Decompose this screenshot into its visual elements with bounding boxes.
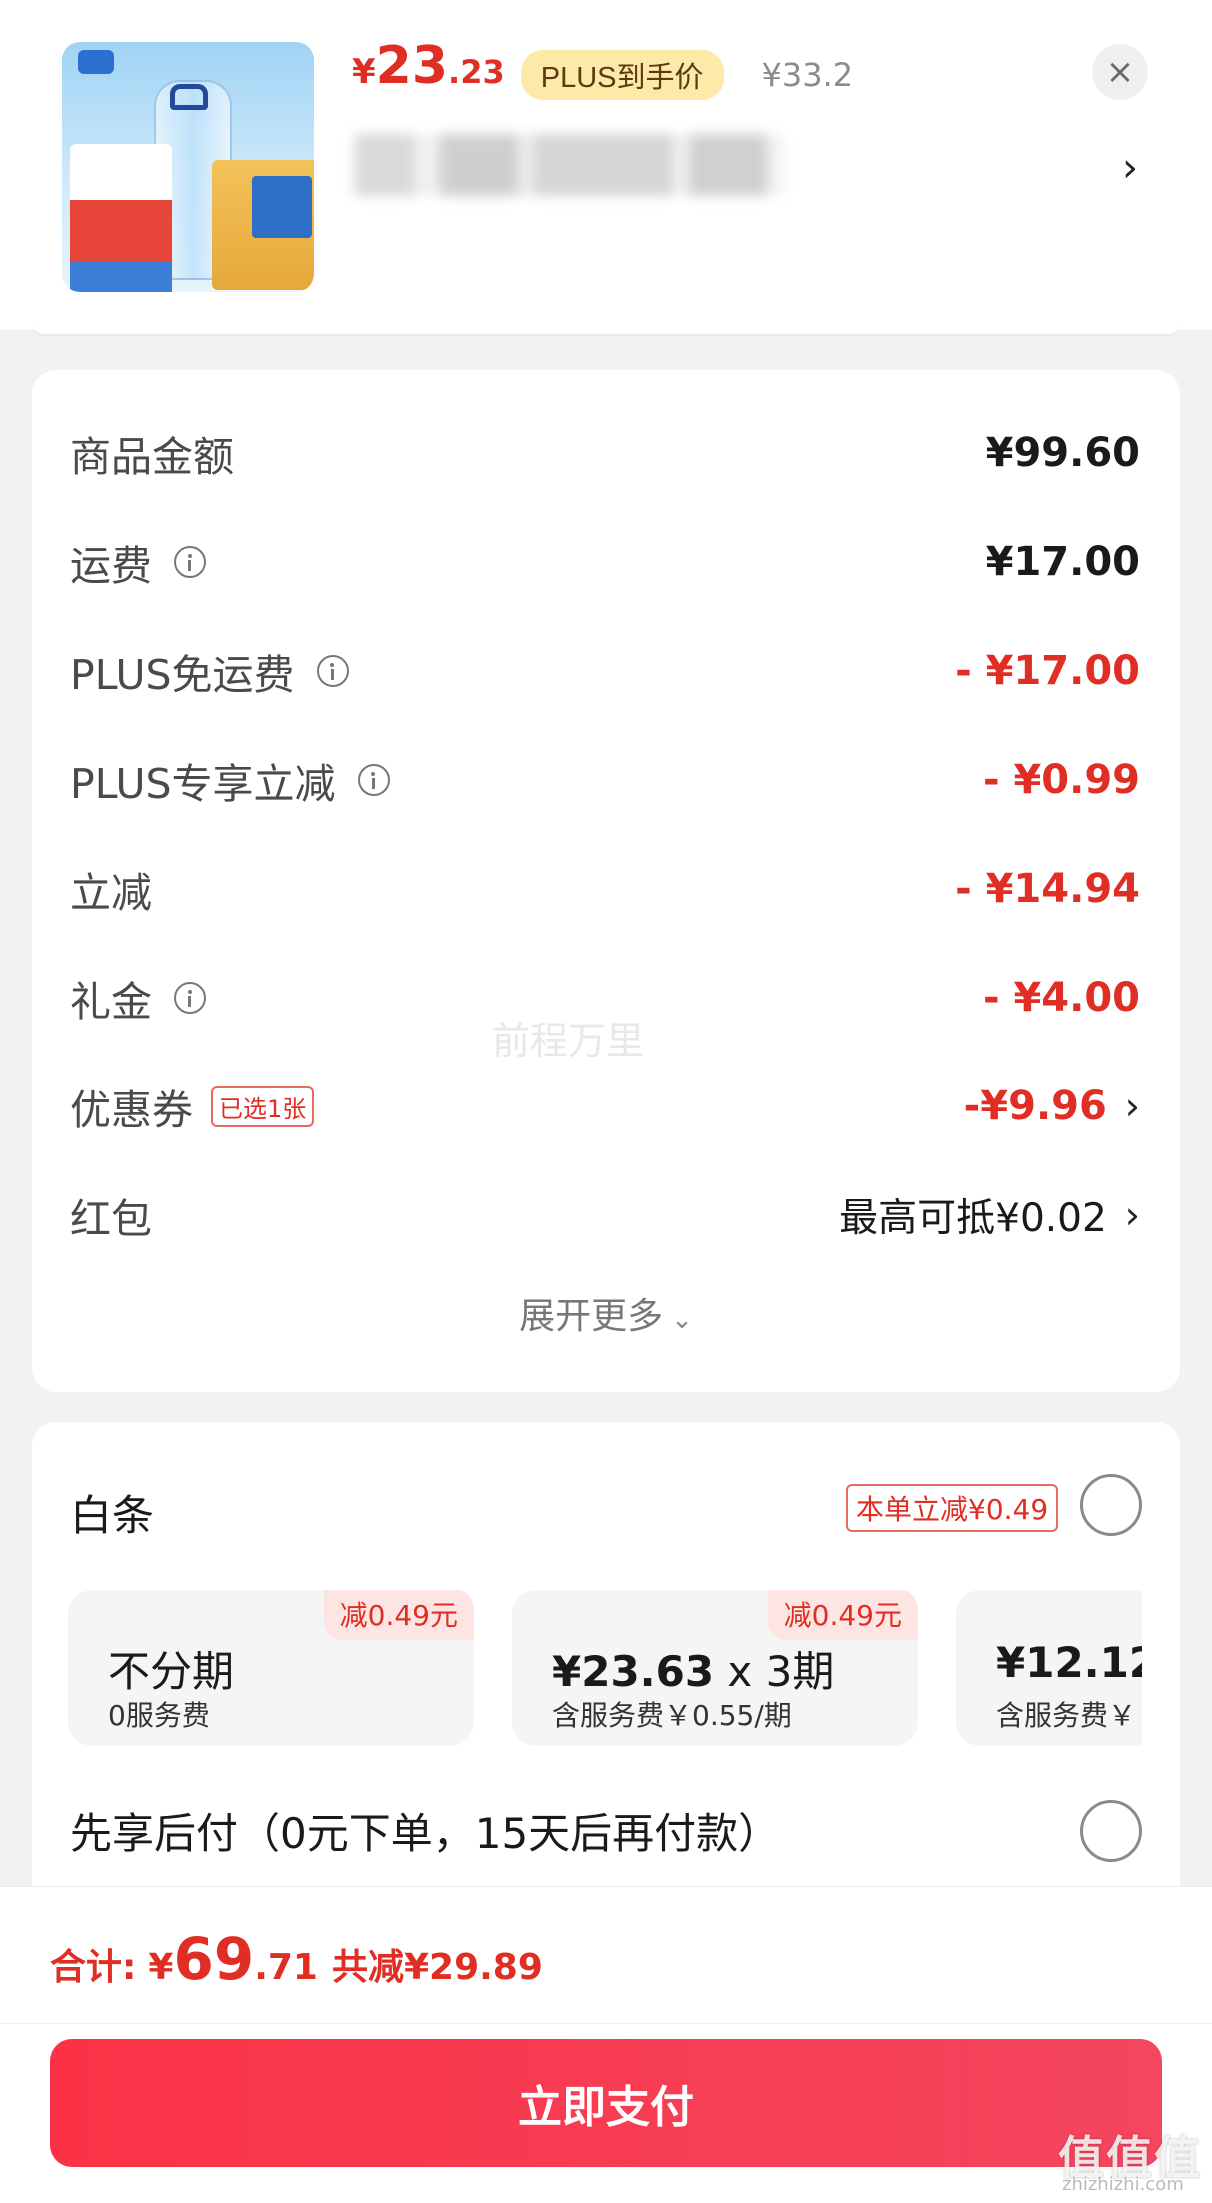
expand-more-label: 展开更多	[519, 1296, 664, 1337]
plan-amount: ¥23.63	[552, 1647, 715, 1696]
price-decimal: .23	[448, 53, 505, 91]
water-box-image	[212, 160, 314, 290]
price-symbol: ¥	[352, 52, 376, 92]
total-saved: 共减¥29.89	[331, 1947, 543, 1988]
installment-plan-list[interactable]: 减0.49元 不分期 0服务费 减0.49元 ¥23.63 x 3期 含服务费￥…	[68, 1590, 1142, 1746]
shipping-value: ¥17.00	[985, 539, 1140, 585]
baitiao-discount-badge: 本单立减¥0.49	[846, 1484, 1059, 1532]
plan-6-installments[interactable]: ¥12.12 x 含服务费￥	[956, 1590, 1142, 1746]
coupon-chevron-icon: ›	[1124, 1084, 1140, 1128]
plan-discount-badge: 减0.49元	[767, 1590, 918, 1640]
baitiao-radio[interactable]	[1080, 1474, 1142, 1536]
plus-free-shipping-value: - ¥17.00	[955, 648, 1140, 694]
product-detail-chevron-icon[interactable]: ›	[1122, 148, 1138, 188]
baitiao-title: 白条	[70, 1491, 155, 1540]
plus-free-shipping-label: PLUS免运费	[70, 651, 295, 699]
original-price: ¥33.2	[761, 56, 854, 94]
coupon-label: 优惠券	[70, 1086, 193, 1134]
pay-later-label: 先享后付（0元下单，15天后再付款）	[70, 1809, 781, 1858]
shipping-info-icon[interactable]	[174, 546, 206, 578]
plan-terms: x 3期	[714, 1647, 835, 1696]
plan-discount-badge: 减0.49元	[323, 1590, 474, 1640]
red-packet-chevron-icon: ›	[1124, 1193, 1140, 1237]
promo-label-image	[70, 144, 172, 292]
checkout-footer: 合计: ¥ 69 .71 共减¥29.89 立即支付	[0, 1886, 1212, 2203]
red-packet-value: 最高可抵¥0.02	[839, 1196, 1107, 1241]
pay-now-button[interactable]: 立即支付	[50, 2039, 1162, 2167]
pay-later-radio[interactable]	[1080, 1800, 1142, 1862]
plan-title: ¥12.12 x	[996, 1638, 1142, 1687]
instant-discount-label: 立减	[70, 869, 152, 917]
plan-fee: 含服务费￥0.55/期	[552, 1699, 792, 1732]
coupon-value: -¥9.96	[963, 1083, 1107, 1129]
row-goods-amount: 商品金额 ¥99.60	[70, 418, 1140, 488]
expand-more-button[interactable]: 展开更多 ⌄	[32, 1287, 1180, 1339]
row-coupon[interactable]: 优惠券 已选1张 -¥9.96 ›	[70, 1071, 1140, 1141]
gift-money-info-icon[interactable]	[174, 982, 206, 1014]
close-icon: ×	[1105, 52, 1135, 92]
product-header: ¥ 23 .23 PLUS到手价 ¥33.2 × ›	[0, 0, 1212, 334]
close-button[interactable]: ×	[1092, 44, 1148, 100]
order-total: 合计: ¥ 69 .71 共减¥29.89	[50, 1925, 543, 1993]
product-thumbnail[interactable]	[62, 42, 314, 292]
bottle-cap-image	[170, 84, 208, 110]
plan-fee: 0服务费	[108, 1699, 210, 1732]
order-summary-card: 商品金额 ¥99.60 运费 ¥17.00 PLUS免运费 - ¥17.00 P…	[32, 370, 1180, 1392]
plan-fee: 含服务费￥	[996, 1699, 1137, 1732]
plan-amount: ¥12.12	[996, 1638, 1142, 1687]
brand-logo	[78, 50, 114, 74]
total-decimal: .71	[254, 1947, 318, 1988]
chevron-down-icon: ⌄	[671, 1305, 693, 1335]
instant-discount-value: - ¥14.94	[955, 866, 1140, 912]
coupon-selected-badge: 已选1张	[211, 1085, 315, 1127]
product-title-blurred	[354, 134, 784, 196]
site-watermark-url: zhizhizhi.com	[1062, 2174, 1184, 2195]
goods-amount-value: ¥99.60	[985, 430, 1140, 476]
gift-money-label: 礼金	[70, 978, 152, 1026]
shipping-label: 运费	[70, 542, 152, 590]
row-instant-discount: 立减 - ¥14.94	[70, 854, 1140, 924]
plus-free-shipping-info-icon[interactable]	[316, 655, 349, 687]
plus-price-badge: PLUS到手价	[520, 50, 724, 100]
payment-method-card: 白条 本单立减¥0.49 减0.49元 不分期 0服务费 减0.49元 ¥23.…	[32, 1422, 1180, 1892]
total-label: 合计:	[50, 1947, 137, 1988]
plan-no-installment[interactable]: 减0.49元 不分期 0服务费	[68, 1590, 474, 1746]
plan-title: ¥23.63 x 3期	[552, 1638, 834, 1699]
plan-title: 不分期	[108, 1647, 235, 1696]
goods-amount-label: 商品金额	[70, 433, 234, 481]
row-red-packet[interactable]: 红包 最高可抵¥0.02 ›	[70, 1180, 1140, 1250]
gift-money-value: - ¥4.00	[982, 975, 1140, 1021]
product-price: ¥ 23 .23 PLUS到手价 ¥33.2	[352, 40, 853, 110]
plus-discount-value: - ¥0.99	[982, 757, 1140, 803]
price-integer: 23	[375, 36, 449, 96]
footer-divider	[0, 2023, 1212, 2024]
plus-discount-info-icon[interactable]	[357, 764, 390, 796]
row-plus-free-shipping: PLUS免运费 - ¥17.00	[70, 636, 1140, 706]
header-divider	[32, 322, 1180, 334]
row-plus-discount: PLUS专享立减 - ¥0.99	[70, 745, 1140, 815]
plus-discount-label: PLUS专享立减	[70, 760, 336, 808]
total-integer: 69	[173, 1925, 255, 1993]
watermark-text: 前程万里	[492, 1019, 645, 1063]
total-symbol: ¥	[148, 1947, 174, 1988]
row-shipping: 运费 ¥17.00	[70, 527, 1140, 597]
red-packet-label: 红包	[70, 1195, 152, 1243]
plan-3-installments[interactable]: 减0.49元 ¥23.63 x 3期 含服务费￥0.55/期	[512, 1590, 918, 1746]
